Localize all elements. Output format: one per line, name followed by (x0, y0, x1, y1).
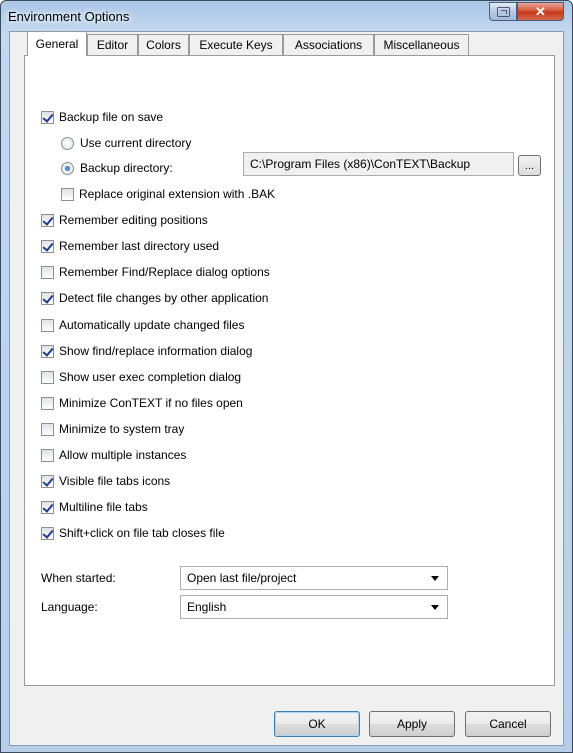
checkbox-label: Shift+click on file tab closes file (59, 526, 225, 540)
option-checkbox[interactable]: Allow multiple instances (41, 447, 186, 463)
checkbox-box[interactable] (41, 213, 54, 227)
checkbox-label: Minimize to system tray (59, 422, 185, 436)
option-checkbox[interactable]: Shift+click on file tab closes file (41, 525, 225, 541)
checkbox-box[interactable] (41, 474, 54, 488)
checkbox-box[interactable] (41, 110, 54, 124)
window-title: Environment Options (8, 9, 130, 24)
tab-associations[interactable]: Associations (283, 34, 374, 55)
radio-circle[interactable] (61, 136, 74, 150)
backup-directory-field[interactable]: C:\Program Files (x86)\ConTEXT\Backup (243, 152, 514, 176)
checkbox-box[interactable] (41, 239, 54, 253)
when-started-label: When started: (41, 571, 116, 585)
option-checkbox[interactable]: Show user exec completion dialog (41, 369, 241, 385)
close-icon: ✕ (535, 3, 546, 19)
option-checkbox[interactable]: Minimize ConTEXT if no files open (41, 395, 243, 411)
option-checkbox[interactable]: Minimize to system tray (41, 421, 184, 437)
use-current-directory-radio[interactable]: Use current directory (61, 135, 191, 151)
radio-label: Use current directory (80, 136, 192, 150)
tab-label: Associations (294, 38, 363, 52)
when-started-dropdown[interactable]: Open last file/project (180, 566, 448, 590)
option-checkbox[interactable]: Remember Find/Replace dialog options (41, 264, 270, 280)
backup-file-on-save-checkbox[interactable]: Backup file on save (41, 109, 163, 125)
checkbox-box[interactable] (41, 318, 54, 332)
restore-button[interactable] (489, 2, 517, 21)
checkbox-box[interactable] (41, 291, 54, 305)
help-restore-icon (496, 6, 510, 17)
title-bar[interactable]: Environment Options ✕ (1, 1, 572, 31)
radio-label: Backup directory: (80, 161, 173, 175)
checkbox-label: Visible file tabs icons (59, 474, 171, 488)
tab-general[interactable]: General (27, 31, 87, 56)
language-dropdown[interactable]: English (180, 595, 448, 619)
radio-circle[interactable] (61, 161, 74, 175)
option-checkbox[interactable]: Remember last directory used (41, 238, 219, 254)
option-checkbox[interactable]: Multiline file tabs (41, 499, 148, 515)
checkbox-label: Automatically update changed files (59, 318, 245, 332)
checkbox-label: Remember last directory used (59, 239, 220, 253)
chevron-down-icon (431, 605, 439, 610)
checkbox-box[interactable] (41, 500, 54, 514)
replace-extension-checkbox[interactable]: Replace original extension with .BAK (61, 186, 275, 202)
cancel-button[interactable]: Cancel (465, 711, 551, 737)
checkbox-box[interactable] (41, 265, 54, 279)
checkbox-box[interactable] (41, 396, 54, 410)
tab-colors[interactable]: Colors (138, 34, 189, 55)
checkbox-box[interactable] (41, 422, 54, 436)
ok-button[interactable]: OK (274, 711, 360, 737)
tab-label: Editor (96, 38, 129, 52)
dropdown-value: Open last file/project (187, 571, 297, 585)
checkbox-label: Show find/replace information dialog (59, 344, 253, 358)
tab-label: Miscellaneous (383, 38, 460, 52)
checkbox-box[interactable] (61, 187, 74, 201)
close-button[interactable]: ✕ (517, 2, 564, 21)
checkbox-box[interactable] (41, 526, 54, 540)
checkbox-box[interactable] (41, 344, 54, 358)
tab-label: Execute Keys (199, 38, 273, 52)
option-checkbox[interactable]: Show find/replace information dialog (41, 343, 252, 359)
checkbox-label: Minimize ConTEXT if no files open (59, 396, 243, 410)
option-checkbox[interactable]: Remember editing positions (41, 212, 208, 228)
option-checkbox[interactable]: Visible file tabs icons (41, 473, 170, 489)
checkbox-box[interactable] (41, 448, 54, 462)
option-checkbox[interactable]: Detect file changes by other application (41, 290, 268, 306)
browse-button[interactable]: ... (518, 155, 541, 176)
checkbox-label: Remember Find/Replace dialog options (59, 265, 270, 279)
checkbox-label: Backup file on save (59, 110, 164, 124)
backup-directory-radio[interactable]: Backup directory: (61, 160, 173, 176)
tab-label: Colors (146, 38, 181, 52)
tab-miscellaneous[interactable]: Miscellaneous (374, 34, 469, 55)
checkbox-label: Detect file changes by other application (59, 291, 269, 305)
tab-label: General (35, 37, 79, 51)
chevron-down-icon (431, 576, 439, 581)
checkbox-label: Multiline file tabs (59, 500, 148, 514)
dropdown-value: English (187, 600, 227, 614)
checkbox-label: Show user exec completion dialog (59, 370, 242, 384)
checkbox-label: Replace original extension with .BAK (79, 187, 276, 201)
apply-button[interactable]: Apply (369, 711, 455, 737)
language-label: Language: (41, 600, 98, 614)
checkbox-label: Allow multiple instances (59, 448, 187, 462)
checkbox-label: Remember editing positions (59, 213, 208, 227)
tab-editor[interactable]: Editor (87, 34, 138, 55)
checkbox-box[interactable] (41, 370, 54, 384)
option-checkbox[interactable]: Automatically update changed files (41, 317, 244, 333)
tab-execute-keys[interactable]: Execute Keys (189, 34, 283, 55)
